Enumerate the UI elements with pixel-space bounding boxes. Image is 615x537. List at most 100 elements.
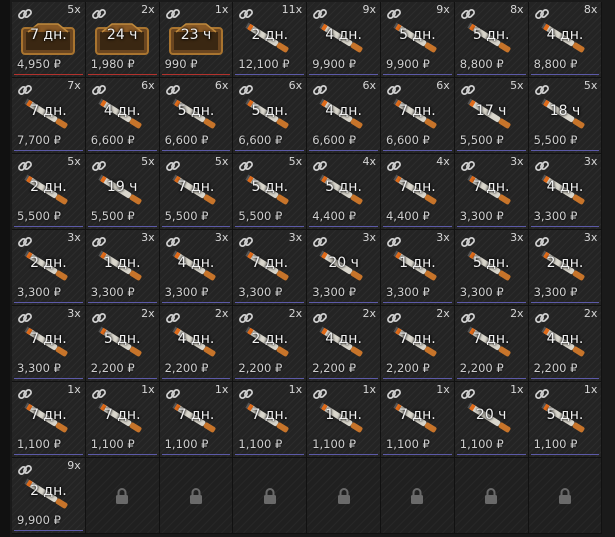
link-icon[interactable]: [17, 234, 33, 250]
link-icon[interactable]: [534, 386, 550, 402]
link-icon[interactable]: [386, 386, 402, 402]
inventory-slot[interactable]: 8x 4 дн. 8,800 ₽: [528, 2, 603, 78]
inventory-slot[interactable]: 2x 4 дн. 2,200 ₽: [528, 306, 603, 382]
inventory-slot[interactable]: 2x 4 дн. 2,200 ₽: [307, 306, 381, 382]
inventory-slot[interactable]: 9x 5 дн. 9,900 ₽: [380, 2, 455, 78]
inventory-slot[interactable]: 6x 4 дн. 6,600 ₽: [85, 78, 160, 154]
link-icon[interactable]: [17, 6, 33, 22]
inventory-slot[interactable]: 2x 4 дн. 2,200 ₽: [159, 306, 234, 382]
link-icon[interactable]: [91, 82, 107, 98]
link-icon[interactable]: [238, 158, 254, 174]
inventory-slot[interactable]: 6x 4 дн. 6,600 ₽: [307, 78, 381, 154]
link-icon[interactable]: [312, 310, 328, 326]
link-icon[interactable]: [17, 386, 33, 402]
inventory-slot[interactable]: 6x 5 дн. 6,600 ₽: [233, 78, 308, 154]
inventory-slot[interactable]: 5x 7 дн. 5,500 ₽: [159, 154, 234, 230]
link-icon[interactable]: [386, 6, 402, 22]
link-icon[interactable]: [165, 310, 181, 326]
inventory-slot[interactable]: 9x 4 дн. 9,900 ₽: [307, 2, 381, 78]
link-icon[interactable]: [312, 386, 328, 402]
inventory-slot[interactable]: 3x 20 ч 3,300 ₽: [307, 230, 381, 306]
locked-slot[interactable]: [380, 458, 455, 534]
inventory-slot[interactable]: 3x 1 дн. 3,300 ₽: [380, 230, 455, 306]
link-icon[interactable]: [312, 6, 328, 22]
inventory-slot[interactable]: 1x 7 дн. 1,100 ₽: [380, 382, 455, 458]
link-icon[interactable]: [460, 386, 476, 402]
link-icon[interactable]: [534, 82, 550, 98]
inventory-slot[interactable]: 5x 5 дн. 5,500 ₽: [233, 154, 308, 230]
link-icon[interactable]: [165, 234, 181, 250]
inventory-slot[interactable]: 3x 7 дн. 3,300 ₽: [454, 154, 529, 230]
inventory-slot[interactable]: 2x 2 дн. 2,200 ₽: [233, 306, 308, 382]
inventory-slot[interactable]: 2x 7 дн. 2,200 ₽: [454, 306, 529, 382]
locked-slot[interactable]: [159, 458, 234, 534]
inventory-slot[interactable]: 1x 7 дн. 1,100 ₽: [233, 382, 308, 458]
inventory-slot[interactable]: 5x 19 ч 5,500 ₽: [85, 154, 160, 230]
link-icon[interactable]: [91, 386, 107, 402]
link-icon[interactable]: [165, 6, 181, 22]
link-icon[interactable]: [91, 6, 107, 22]
link-icon[interactable]: [91, 310, 107, 326]
link-icon[interactable]: [460, 6, 476, 22]
link-icon[interactable]: [238, 6, 254, 22]
inventory-slot[interactable]: 1x 7 дн. 1,100 ₽: [12, 382, 86, 458]
inventory-slot[interactable]: 6x 5 дн. 6,600 ₽: [159, 78, 234, 154]
inventory-slot[interactable]: 2x 7 дн. 2,200 ₽: [380, 306, 455, 382]
inventory-slot[interactable]: 3x 4 дн. 3,300 ₽: [528, 154, 603, 230]
inventory-slot[interactable]: 1x 7 дн. 1,100 ₽: [159, 382, 234, 458]
link-icon[interactable]: [386, 82, 402, 98]
inventory-slot[interactable]: 5x 7 дн. 4,950 ₽: [12, 2, 86, 78]
inventory-slot[interactable]: 5x 17 ч 5,500 ₽: [454, 78, 529, 154]
locked-slot[interactable]: [454, 458, 529, 534]
link-icon[interactable]: [17, 82, 33, 98]
inventory-slot[interactable]: 6x 7 дн. 6,600 ₽: [380, 78, 455, 154]
inventory-slot[interactable]: 2x 24 ч 1,980 ₽: [85, 2, 160, 78]
link-icon[interactable]: [460, 310, 476, 326]
inventory-slot[interactable]: 2x 5 дн. 2,200 ₽: [85, 306, 160, 382]
inventory-slot[interactable]: 3x 2 дн. 3,300 ₽: [12, 230, 86, 306]
inventory-slot[interactable]: 3x 5 дн. 3,300 ₽: [454, 230, 529, 306]
inventory-slot[interactable]: 5x 2 дн. 5,500 ₽: [12, 154, 86, 230]
link-icon[interactable]: [91, 158, 107, 174]
link-icon[interactable]: [460, 234, 476, 250]
link-icon[interactable]: [17, 310, 33, 326]
link-icon[interactable]: [460, 158, 476, 174]
inventory-slot[interactable]: 3x 7 дн. 3,300 ₽: [12, 306, 86, 382]
inventory-slot[interactable]: 9x 2 дн. 9,900 ₽: [12, 458, 86, 534]
link-icon[interactable]: [534, 6, 550, 22]
link-icon[interactable]: [238, 234, 254, 250]
link-icon[interactable]: [534, 158, 550, 174]
link-icon[interactable]: [238, 310, 254, 326]
inventory-slot[interactable]: 3x 2 дн. 3,300 ₽: [528, 230, 603, 306]
link-icon[interactable]: [238, 82, 254, 98]
link-icon[interactable]: [312, 158, 328, 174]
link-icon[interactable]: [534, 310, 550, 326]
link-icon[interactable]: [534, 234, 550, 250]
link-icon[interactable]: [17, 158, 33, 174]
link-icon[interactable]: [386, 234, 402, 250]
inventory-slot[interactable]: 1x 1 дн. 1,100 ₽: [307, 382, 381, 458]
link-icon[interactable]: [165, 82, 181, 98]
inventory-slot[interactable]: 1x 20 ч 1,100 ₽: [454, 382, 529, 458]
locked-slot[interactable]: [307, 458, 381, 534]
inventory-slot[interactable]: 8x 5 дн. 8,800 ₽: [454, 2, 529, 78]
inventory-slot[interactable]: 1x 23 ч 990 ₽: [159, 2, 234, 78]
locked-slot[interactable]: [528, 458, 603, 534]
inventory-slot[interactable]: 1x 7 дн. 1,100 ₽: [85, 382, 160, 458]
link-icon[interactable]: [165, 386, 181, 402]
inventory-slot[interactable]: 4x 7 дн. 4,400 ₽: [380, 154, 455, 230]
locked-slot[interactable]: [233, 458, 308, 534]
link-icon[interactable]: [165, 158, 181, 174]
inventory-slot[interactable]: 5x 18 ч 5,500 ₽: [528, 78, 603, 154]
inventory-slot[interactable]: 3x 7 дн. 3,300 ₽: [233, 230, 308, 306]
inventory-slot[interactable]: 1x 5 дн. 1,100 ₽: [528, 382, 603, 458]
inventory-slot[interactable]: 7x 7 дн. 7,700 ₽: [12, 78, 86, 154]
link-icon[interactable]: [238, 386, 254, 402]
link-icon[interactable]: [312, 234, 328, 250]
link-icon[interactable]: [91, 234, 107, 250]
inventory-slot[interactable]: 11x 2 дн. 12,100 ₽: [233, 2, 308, 78]
link-icon[interactable]: [460, 82, 476, 98]
link-icon[interactable]: [17, 462, 33, 478]
inventory-slot[interactable]: 4x 5 дн. 4,400 ₽: [307, 154, 381, 230]
locked-slot[interactable]: [85, 458, 160, 534]
